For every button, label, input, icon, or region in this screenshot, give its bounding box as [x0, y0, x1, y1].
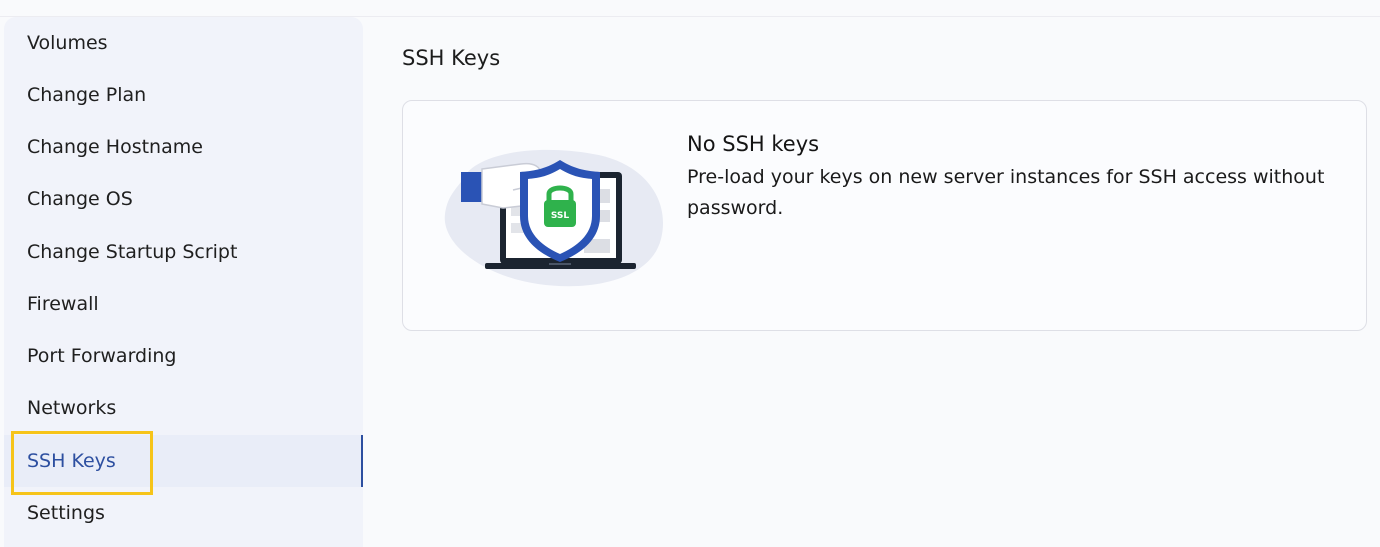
- sidebar-item-label: Change OS: [27, 188, 133, 210]
- sidebar-item-change-startup-script[interactable]: Change Startup Script: [4, 226, 363, 278]
- sidebar-item-firewall[interactable]: Firewall: [4, 278, 363, 330]
- sidebar-item-change-os[interactable]: Change OS: [4, 173, 363, 225]
- sidebar-item-label: Settings: [27, 502, 105, 524]
- sidebar-item-label: Change Plan: [27, 84, 147, 106]
- sidebar-item-change-hostname[interactable]: Change Hostname: [4, 121, 363, 173]
- ssl-badge-text: SSL: [551, 211, 570, 221]
- sidebar-item-label: Change Startup Script: [27, 241, 238, 263]
- sidebar-item-settings[interactable]: Settings: [4, 487, 363, 539]
- sidebar-item-label: Change Hostname: [27, 136, 203, 158]
- sidebar-item-label: SSH Keys: [27, 450, 116, 472]
- empty-state-title: No SSH keys: [687, 132, 820, 156]
- sidebar: Volumes Change Plan Change Hostname Chan…: [4, 17, 363, 547]
- sidebar-item-volumes[interactable]: Volumes: [4, 17, 363, 69]
- sidebar-item-label: Firewall: [27, 293, 99, 315]
- sidebar-item-ssh-keys[interactable]: SSH Keys: [4, 435, 363, 487]
- empty-state-description: Pre-load your keys on new server instanc…: [687, 166, 1325, 219]
- page-title: SSH Keys: [402, 46, 501, 70]
- sidebar-item-port-forwarding[interactable]: Port Forwarding: [4, 330, 363, 382]
- empty-state-card: SSL No SSH keys Pre-load your keys on ne…: [402, 100, 1367, 331]
- laptop-shield-lock-icon: SSL: [443, 144, 665, 293]
- sidebar-item-label: Networks: [27, 397, 117, 419]
- sidebar-item-networks[interactable]: Networks: [4, 382, 363, 434]
- sidebar-item-label: Port Forwarding: [27, 345, 177, 367]
- sidebar-item-label: Volumes: [27, 32, 108, 54]
- sidebar-item-change-plan[interactable]: Change Plan: [4, 69, 363, 121]
